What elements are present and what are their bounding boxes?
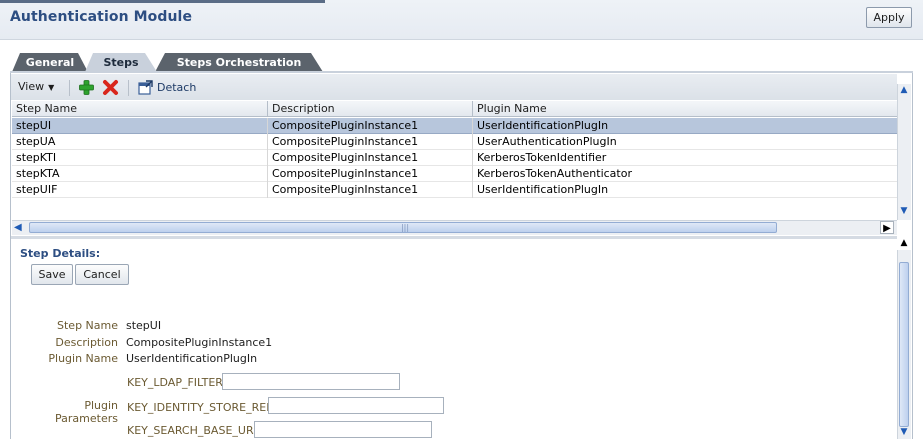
cell-step-name: stepUI [12,118,268,134]
table-vertical-scrollbar[interactable] [897,84,911,220]
column-header-description[interactable]: Description [268,101,473,117]
cell-plugin-name: UserAuthenticationPlugIn [477,135,617,148]
detach-icon[interactable] [138,80,153,95]
table-row[interactable]: stepUA CompositePluginInstance1 UserAuth… [12,134,897,150]
delete-icon[interactable] [102,79,119,96]
toolbar-divider [128,80,129,96]
cancel-button[interactable]: Cancel [75,264,129,285]
param-label-identity-store-ref: KEY_IDENTITY_STORE_REF [127,401,273,414]
cell-description: CompositePluginInstance1 [268,182,473,198]
cell-description: CompositePluginInstance1 [268,166,473,182]
column-header-plugin-name[interactable]: Plugin Name [473,101,897,117]
apply-button[interactable]: Apply [866,7,912,28]
tab-steps[interactable]: Steps [85,53,157,72]
tab-general[interactable]: General [12,53,88,72]
plugin-name-value: UserIdentificationPlugIn [126,352,258,365]
plugin-name-label: Plugin Name [48,352,118,365]
header-accent-line [0,0,325,3]
ldap-filter-input[interactable] [222,373,400,390]
cell-description: CompositePluginInstance1 [268,134,473,150]
scroll-down-icon[interactable]: ▼ [898,426,910,438]
add-icon[interactable] [78,79,95,96]
cell-step-name: stepKTI [12,150,268,166]
identity-store-ref-input[interactable] [268,397,444,414]
page-title: Authentication Module [10,9,193,25]
table-row[interactable]: stepKTA CompositePluginInstance1 Kerbero… [12,166,897,182]
collapse-up-icon[interactable]: ▲ [898,236,910,250]
param-label-ldap-filter: KEY_LDAP_FILTER [127,376,223,389]
scroll-right-icon[interactable]: ▶ [880,221,894,234]
view-menu-label: View [18,80,45,93]
cell-plugin-name: UserIdentificationPlugIn [477,119,609,132]
step-details-title: Step Details: [20,247,101,260]
table-row[interactable]: stepUIF CompositePluginInstance1 UserIde… [12,182,897,198]
cell-step-name: stepUA [12,134,268,150]
table-row[interactable]: stepKTI CompositePluginInstance1 Kerbero… [12,150,897,166]
scroll-left-icon[interactable]: ◀ [14,221,26,234]
chevron-down-icon: ▼ [48,83,55,92]
tab-steps-orchestration[interactable]: Steps Orchestration [155,53,323,72]
step-name-label: Step Name [57,319,118,332]
toolbar-divider [69,80,70,96]
description-value: CompositePluginInstance1 [126,336,273,349]
cell-step-name: stepUIF [12,182,268,198]
scroll-up-icon[interactable]: ▲ [898,84,910,96]
cell-plugin-name: UserIdentificationPlugIn [477,183,609,196]
panel-splitter[interactable] [11,236,897,239]
table-row[interactable]: stepUI CompositePluginInstance1 UserIden… [12,118,897,134]
cell-plugin-name: KerberosTokenIdentifier [477,151,607,164]
cell-plugin-name: KerberosTokenAuthenticator [477,167,632,180]
search-base-url-input[interactable] [254,421,432,438]
detach-button[interactable]: Detach [157,81,196,94]
param-label-search-base-url: KEY_SEARCH_BASE_URL [127,424,260,437]
view-menu[interactable]: View ▼ [18,80,54,93]
save-button[interactable]: Save [31,264,73,285]
scroll-down-icon[interactable]: ▼ [898,205,910,217]
cell-description: CompositePluginInstance1 [268,118,473,134]
plugin-parameters-label: Plugin Parameters [55,399,118,425]
cell-description: CompositePluginInstance1 [268,150,473,166]
details-scroll-thumb[interactable] [899,262,909,427]
scroll-grip-icon: ||| [400,223,410,232]
column-header-step-name[interactable]: Step Name [12,101,268,117]
step-name-value: stepUI [126,319,162,332]
cell-step-name: stepKTA [12,166,268,182]
description-label: Description [55,336,118,349]
